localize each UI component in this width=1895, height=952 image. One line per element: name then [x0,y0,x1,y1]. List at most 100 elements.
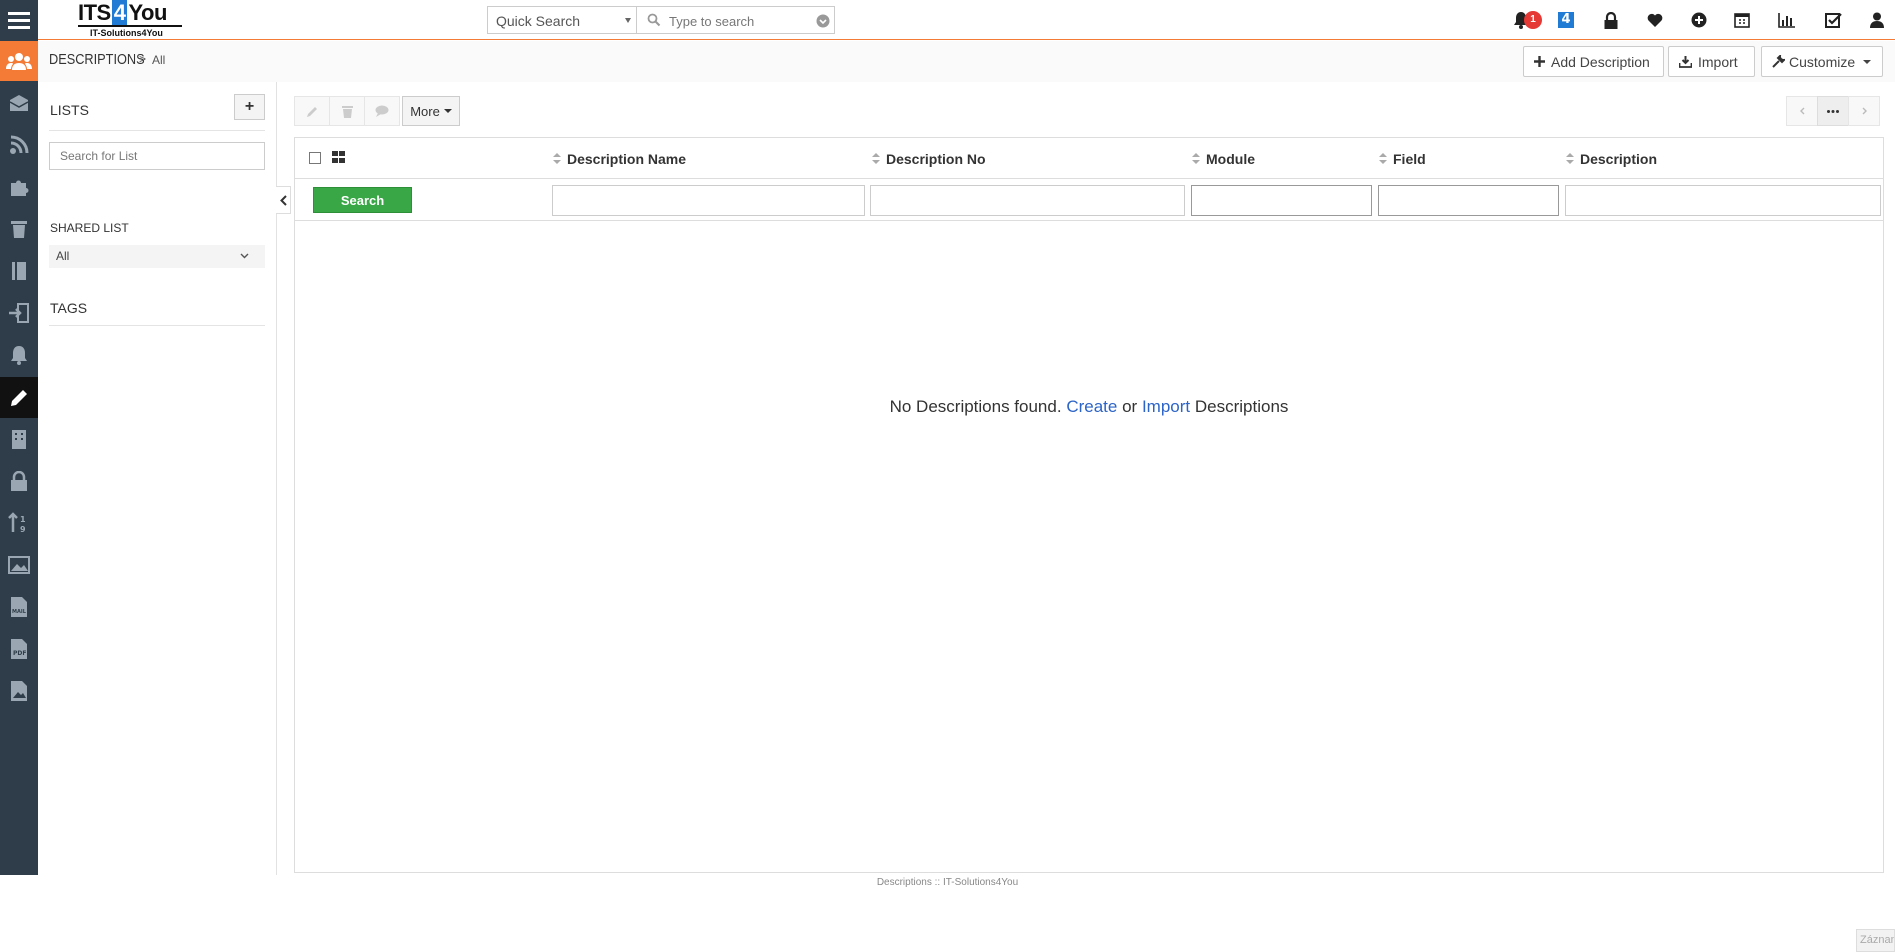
lists-title: LISTS [50,102,89,118]
global-search-field[interactable] [637,6,835,34]
wrench-icon [1772,55,1785,68]
pdf-doc-icon[interactable]: PDF [0,629,38,669]
filter-description-name-input[interactable] [553,186,864,215]
chevron-right-icon [1862,107,1867,115]
select-all-checkbox[interactable] [309,152,321,164]
mass-action-toolbar [294,96,400,126]
column-header-field[interactable]: Field [1379,151,1426,167]
column-header-description[interactable]: Description [1566,151,1657,167]
heart-icon[interactable] [1644,9,1666,31]
bar-chart-icon[interactable] [1776,9,1798,31]
image-icon[interactable] [0,545,38,585]
add-description-label: Add Description [1551,53,1650,70]
collapse-sidebar-button[interactable] [276,186,291,214]
previous-page-button[interactable] [1786,96,1818,126]
page-footer: Descriptions :: IT-Solutions4You [876,877,1019,888]
corner-widget[interactable]: Záznam [1856,929,1895,952]
list-search-input[interactable] [50,143,264,169]
quick-search-select[interactable]: Quick Search [487,6,637,34]
sort-icon [1379,153,1387,165]
list-view-table [294,137,1884,873]
page-jump-button[interactable] [1817,96,1849,126]
filter-description-no-input[interactable] [871,186,1184,215]
ellipsis-icon [1827,109,1839,113]
plus-icon [1534,56,1545,67]
column-header-description-name[interactable]: Description Name [553,151,686,167]
filter-field[interactable] [1378,185,1559,216]
its4you-icon[interactable]: 4 [1555,9,1577,31]
import-label: Import [1698,53,1738,70]
lock-icon[interactable] [1600,9,1622,31]
logo-underline [78,25,182,27]
filter-description-no[interactable] [870,185,1185,216]
delete-button[interactable] [329,96,365,126]
next-page-button[interactable] [1848,96,1880,126]
sort-icon[interactable]: 19 [0,503,38,543]
puzzle-icon[interactable] [0,167,38,207]
inbox-icon[interactable] [0,83,38,123]
its4you-icon-glyph: 4 [1558,12,1574,28]
add-list-button[interactable]: + [234,94,265,120]
create-link[interactable]: Create [1066,397,1117,416]
filter-module-input[interactable] [1192,186,1371,215]
svg-text:PDF: PDF [13,650,26,657]
filter-description-input[interactable] [1566,186,1880,215]
more-label: More [410,103,440,119]
picture-doc-icon[interactable] [0,671,38,711]
import-link[interactable]: Import [1142,397,1190,416]
column-header-label: Description Name [567,151,687,167]
pencil-icon[interactable] [0,377,38,418]
filter-description[interactable] [1565,185,1881,216]
empty-state-suffix: Descriptions [1194,397,1289,416]
checkbox-icon[interactable] [1822,9,1844,31]
comment-icon [375,105,389,117]
edit-button[interactable] [294,96,330,126]
column-header-label: Description No [886,151,986,167]
import-button[interactable]: Import [1668,46,1755,77]
building-icon[interactable] [0,419,38,459]
lock-icon[interactable] [0,461,38,501]
plus-circle-icon[interactable] [1688,9,1710,31]
advanced-search-icon[interactable] [816,14,830,28]
sign-in-icon[interactable] [0,293,38,333]
more-button[interactable]: More [402,96,460,126]
calendar-icon[interactable] [1731,9,1753,31]
mail-doc-icon[interactable]: MAIL [0,587,38,627]
filter-description-name[interactable] [552,185,865,216]
shared-list-value: All [56,249,70,263]
logo-text-its: ITS [78,0,111,25]
column-header-description-no[interactable]: Description No [872,151,986,167]
bell-icon[interactable] [0,335,38,375]
filter-module[interactable] [1191,185,1372,216]
filter-field-input[interactable] [1379,186,1558,215]
column-header-label: Module [1206,151,1255,167]
pagination [1786,96,1880,126]
global-search-input[interactable] [669,11,799,31]
customize-button[interactable]: Customize [1761,46,1883,77]
search-button[interactable]: Search [313,187,412,213]
list-sidebar [38,82,277,875]
book-icon[interactable] [0,251,38,291]
shared-list-select[interactable]: All [49,245,265,268]
column-header-module[interactable]: Module [1192,151,1255,167]
comment-button[interactable] [364,96,400,126]
breadcrumb-module[interactable]: DESCRIPTIONS [49,51,145,68]
logo-subtitle: IT-Solutions4You [90,28,163,38]
sort-icon [1192,153,1200,165]
rss-icon[interactable] [0,125,38,165]
trash-icon[interactable] [0,209,38,249]
company-logo[interactable]: ITS 4 You IT-Solutions4You [78,0,182,40]
menu-icon[interactable] [0,0,38,40]
add-description-button[interactable]: Add Description [1523,46,1664,77]
column-layout-icon[interactable] [332,151,345,163]
chevron-left-icon [279,194,287,206]
svg-text:9: 9 [20,525,26,534]
pencil-icon [306,106,317,117]
notification-badge[interactable]: 1 [1524,11,1542,29]
user-icon[interactable] [1866,9,1888,31]
caret-down-icon [1863,59,1872,64]
list-search-field[interactable] [49,142,265,170]
sort-icon [1566,153,1574,165]
users-icon[interactable] [0,41,38,81]
column-header-label: Field [1393,151,1426,167]
